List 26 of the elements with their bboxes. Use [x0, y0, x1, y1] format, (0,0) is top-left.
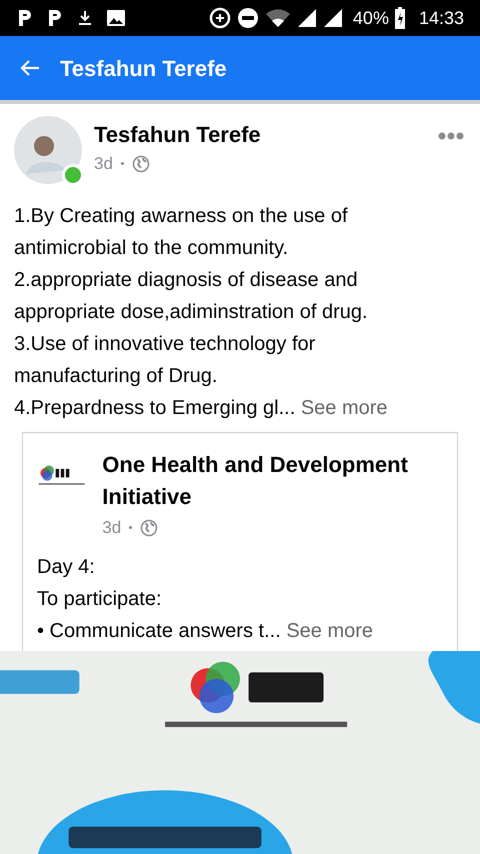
post-text: 1.By Creating awarness on the use of antimicrobial to the community. 2.appropriate diagnosis of disease and appropriate dose,adiminstration of drug. 3.Use of innovative technology for manufacturing of Drug. 4.Prepardness to Emerging gl... See more [14, 204, 389, 421]
more-options-button[interactable] [438, 132, 464, 140]
clock: 14:33 [418, 6, 464, 30]
data-saver-icon [208, 7, 231, 29]
see-more-link[interactable]: See more [280, 620, 374, 642]
author-name[interactable]: Tesfahun Terefe [94, 118, 261, 151]
signal-icon [296, 8, 317, 28]
do-not-disturb-icon [236, 7, 259, 29]
image-icon [106, 9, 126, 27]
back-arrow-icon [20, 59, 40, 77]
page-title: Tesfahun Terefe [60, 54, 227, 82]
wifi-icon [264, 8, 291, 28]
post-time: 3d [102, 517, 122, 539]
back-button[interactable] [20, 59, 40, 77]
more-icon [438, 132, 464, 140]
battery-percent: 40% [352, 6, 389, 30]
battery-icon [394, 7, 405, 29]
parking-icon [16, 8, 34, 28]
avatar [14, 116, 82, 184]
see-more-link[interactable]: See more [295, 397, 388, 419]
parking-icon [46, 8, 64, 28]
page-name[interactable]: One Health and Development Initiative [102, 449, 443, 513]
signal-icon [322, 8, 343, 28]
post-text: Day 4: To participate: • Communicate answers t... See more [37, 554, 374, 644]
download-icon [76, 9, 94, 27]
post-time: 3d [94, 153, 113, 175]
